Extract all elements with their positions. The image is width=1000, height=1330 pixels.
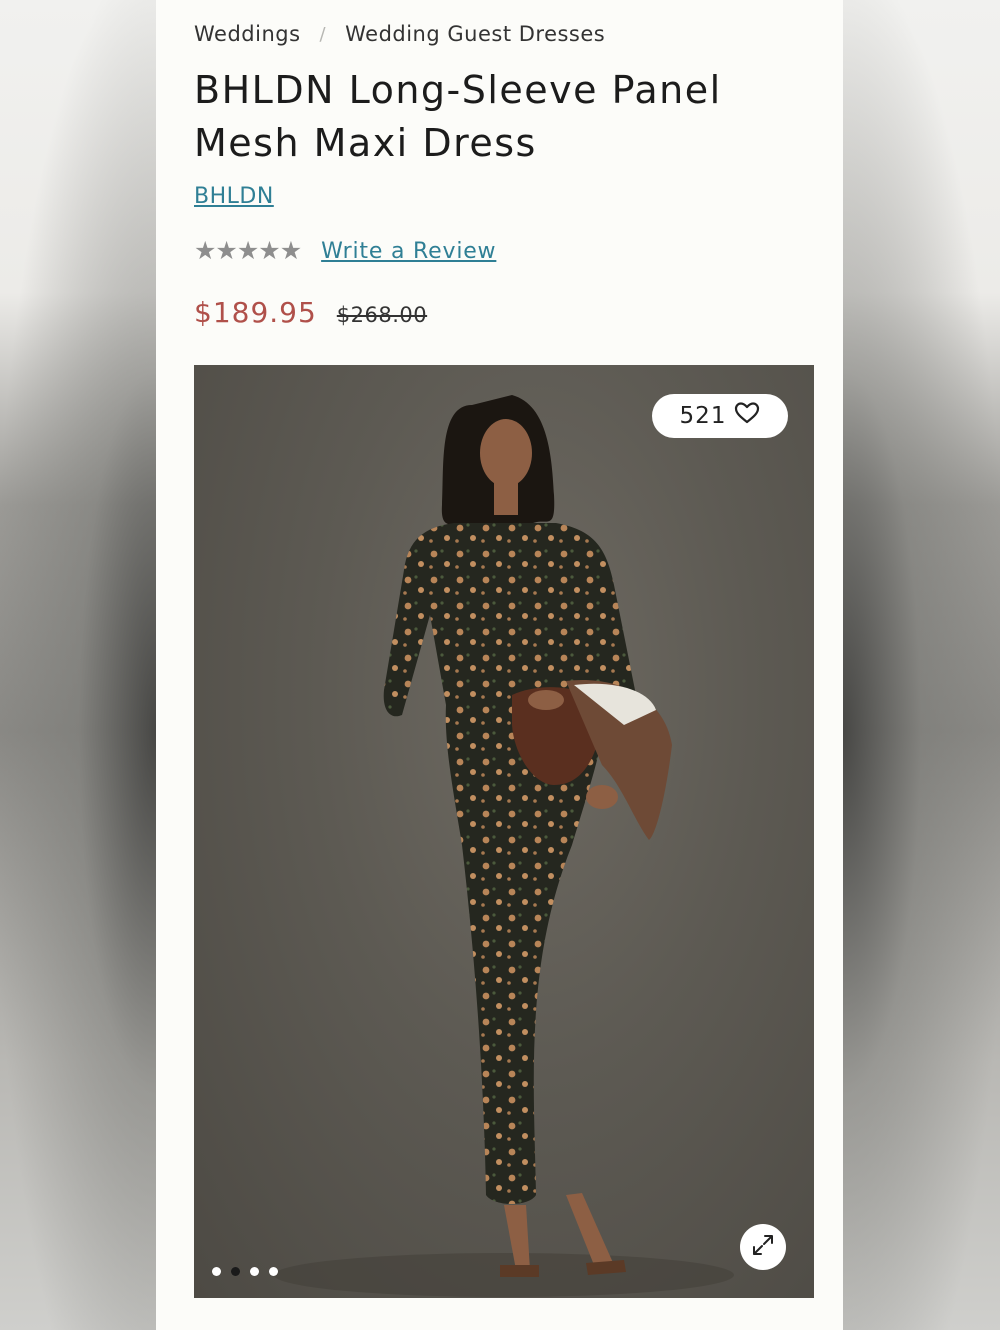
breadcrumb: Weddings / Wedding Guest Dresses xyxy=(194,22,605,46)
heart-outline-icon xyxy=(734,401,760,431)
price-row: $189.95 $268.00 xyxy=(194,296,427,329)
brand-link[interactable]: BHLDN xyxy=(194,184,274,209)
star-icon: ★ xyxy=(279,236,303,265)
like-button[interactable]: 521 xyxy=(652,394,788,438)
write-review-link[interactable]: Write a Review xyxy=(321,239,496,264)
like-count: 521 xyxy=(679,403,727,429)
expand-arrows-icon xyxy=(750,1232,776,1262)
breadcrumb-item-weddings[interactable]: Weddings xyxy=(194,22,301,46)
star-icon: ★ xyxy=(258,236,281,265)
original-price: $268.00 xyxy=(336,303,428,327)
star-icon: ★ xyxy=(194,236,217,265)
product-page: Weddings / Wedding Guest Dresses BHLDN L… xyxy=(156,0,843,1330)
background-right xyxy=(843,0,1000,1330)
sale-price: $189.95 xyxy=(194,296,317,329)
carousel-dots xyxy=(212,1267,288,1276)
carousel-dot-4[interactable] xyxy=(269,1267,278,1276)
rating-row: ★ ★ ★ ★ ★ Write a Review xyxy=(194,236,496,266)
carousel-dot-3[interactable] xyxy=(250,1267,259,1276)
carousel-dot-1[interactable] xyxy=(212,1267,221,1276)
star-icon: ★ xyxy=(236,236,260,265)
carousel-dot-2[interactable] xyxy=(231,1267,240,1276)
product-title: BHLDN Long-Sleeve Panel Mesh Maxi Dress xyxy=(194,68,722,165)
breadcrumb-separator: / xyxy=(319,23,327,45)
star-icon: ★ xyxy=(215,236,238,265)
expand-image-button[interactable] xyxy=(740,1224,786,1270)
product-photo xyxy=(274,395,734,1297)
breadcrumb-item-wedding-guest-dresses[interactable]: Wedding Guest Dresses xyxy=(345,22,605,46)
product-image-gallery[interactable]: 521 xyxy=(194,365,814,1298)
star-rating[interactable]: ★ ★ ★ ★ ★ xyxy=(194,236,303,266)
background-left xyxy=(0,0,156,1330)
